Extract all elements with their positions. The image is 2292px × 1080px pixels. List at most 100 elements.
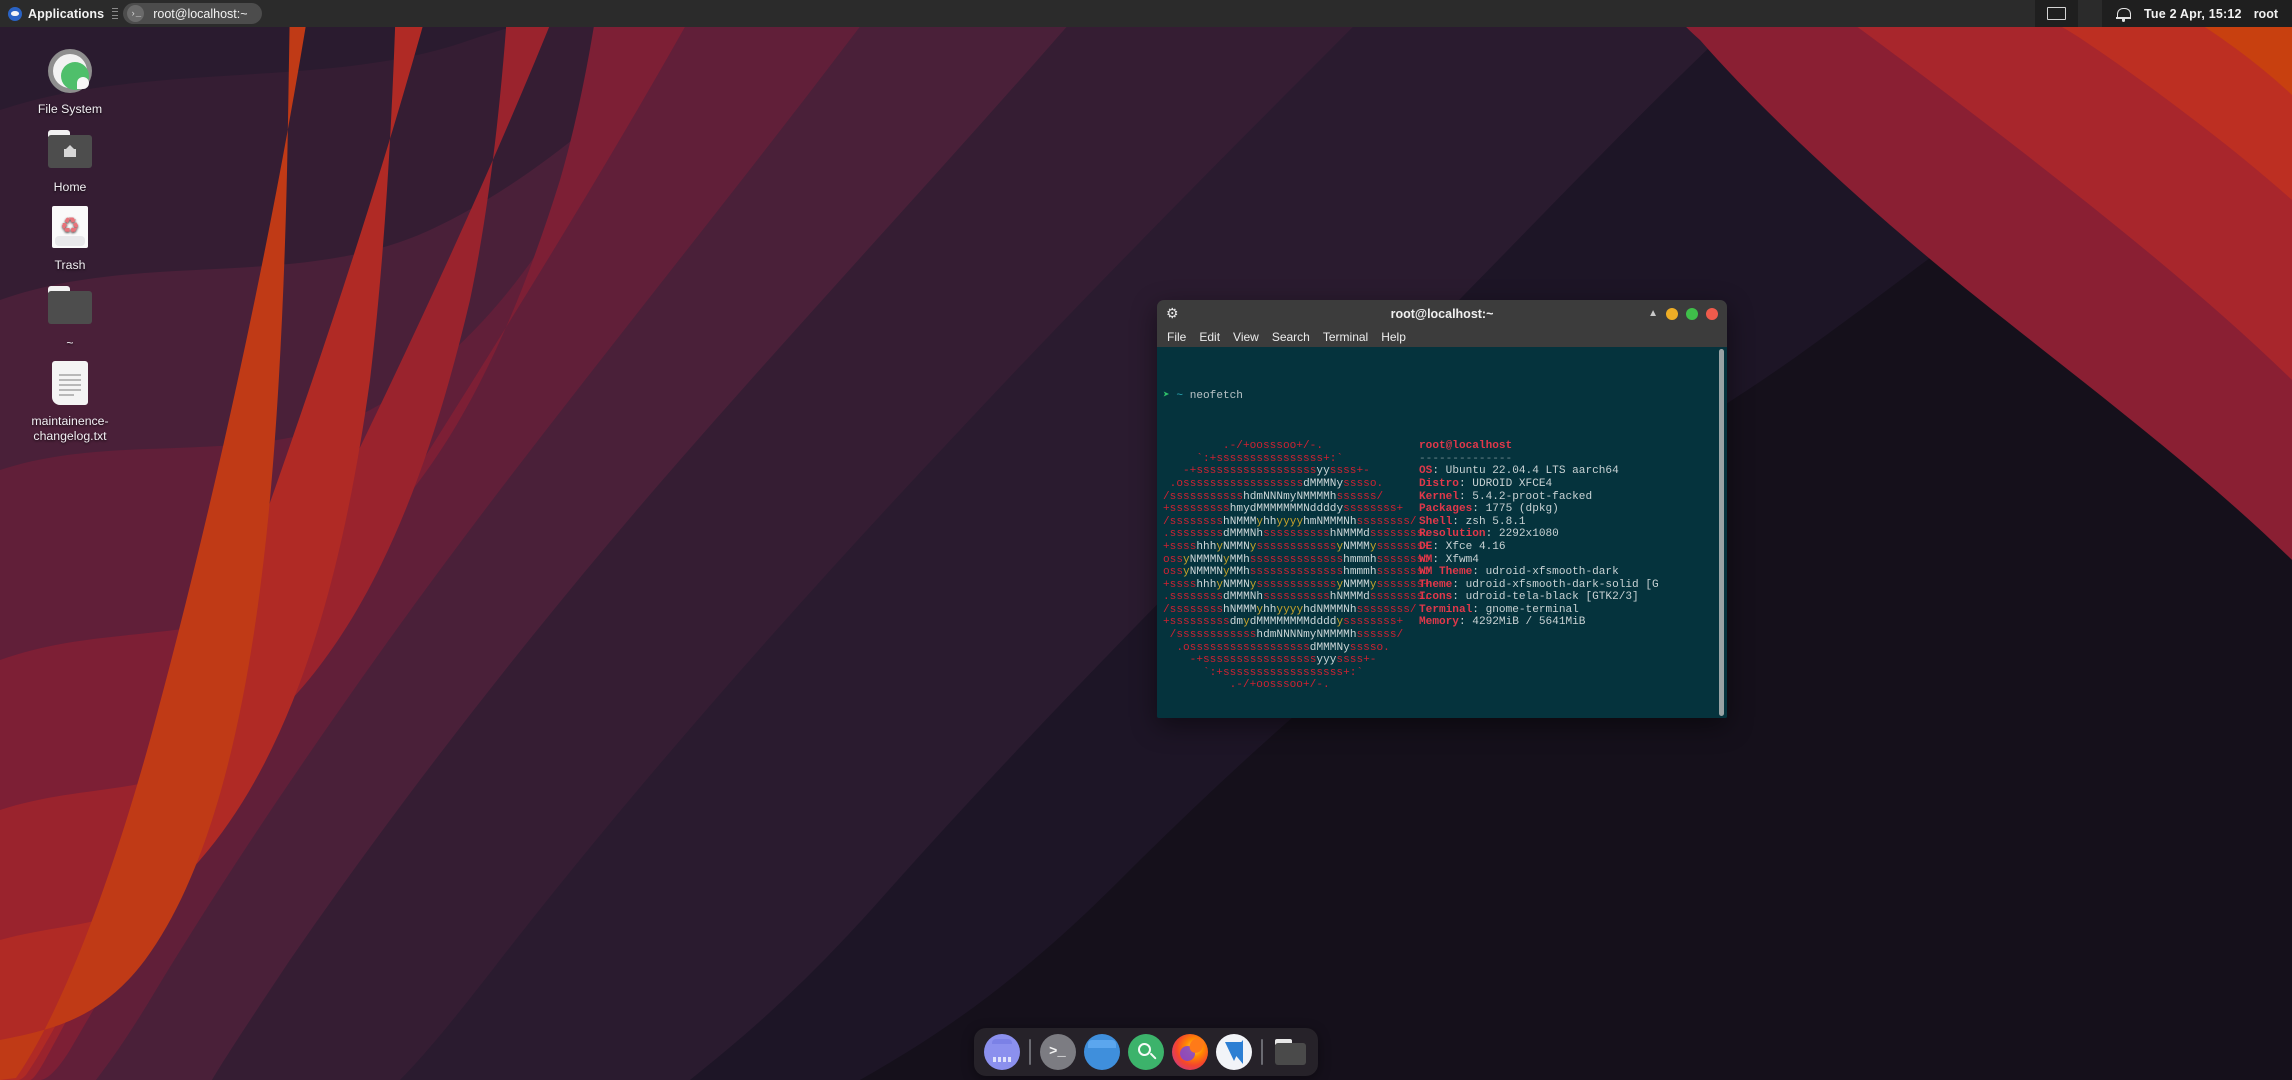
dock-item-terminal[interactable]: >_ bbox=[1040, 1034, 1076, 1070]
ascii-art-line: +sssshhhyNMMNyssssssssssssyNMMMysssssss+ bbox=[1163, 541, 1413, 554]
dock-item-vscode[interactable] bbox=[1216, 1034, 1252, 1070]
terminal-output[interactable]: ➤ ~ neofetch .-/+oosssoo+/-. `:+ssssssss… bbox=[1157, 347, 1716, 718]
window-icon bbox=[2047, 7, 2066, 20]
wallpaper-waves bbox=[0, 0, 2292, 1080]
neofetch-row-key: Kernel bbox=[1419, 491, 1459, 503]
neofetch-row-value: gnome-terminal bbox=[1486, 604, 1579, 616]
menu-file[interactable]: File bbox=[1167, 330, 1186, 344]
desktop-icon-trash[interactable]: ♻ Trash bbox=[14, 203, 126, 273]
desktop-icon-home[interactable]: Home bbox=[14, 125, 126, 195]
desktop-icon-label: maintainence-changelog.txt bbox=[18, 414, 122, 445]
notification-button[interactable] bbox=[2102, 0, 2140, 27]
search-icon-handle bbox=[1149, 1053, 1156, 1060]
shade-icon[interactable]: ▲ bbox=[1648, 309, 1658, 319]
neofetch-row-key: Resolution bbox=[1419, 528, 1486, 540]
neofetch-row: Memory: 4292MiB / 5641MiB bbox=[1419, 616, 1716, 629]
neofetch-row: Theme: udroid-xfsmooth-dark-solid [G bbox=[1419, 579, 1716, 592]
neofetch-row-key: WM Theme bbox=[1419, 566, 1472, 578]
gear-icon[interactable]: ⚙ bbox=[1166, 306, 1181, 321]
panel-left-section: Applications ›_ root@localhost:~ bbox=[0, 0, 262, 27]
folder-icon bbox=[46, 281, 94, 329]
dock-separator bbox=[1261, 1039, 1263, 1065]
terminal-titlebar[interactable]: ⚙ root@localhost:~ ▲ bbox=[1157, 300, 1727, 327]
desktop-icon-label: Home bbox=[54, 180, 87, 195]
neofetch-row-value: udroid-tela-black [GTK2/3] bbox=[1466, 591, 1639, 603]
neofetch-row: OS: Ubuntu 22.04.4 LTS aarch64 bbox=[1419, 465, 1716, 478]
dock-item-show-applications[interactable] bbox=[984, 1034, 1020, 1070]
ascii-art-line: .-/+oosssoo+/-. bbox=[1163, 440, 1413, 453]
ascii-art-line: +ssssssssshmydMMMMMMMNddddyssssssss+ bbox=[1163, 503, 1413, 516]
ascii-art-line: .ossssssssssssssssssdMMMNysssso. bbox=[1163, 642, 1413, 655]
menu-help[interactable]: Help bbox=[1381, 330, 1406, 344]
neofetch-row: WM Theme: udroid-xfsmooth-dark bbox=[1419, 566, 1716, 579]
dock-item-folder[interactable] bbox=[1272, 1037, 1308, 1067]
user-menu[interactable]: root bbox=[2246, 0, 2292, 27]
menu-terminal[interactable]: Terminal bbox=[1323, 330, 1368, 344]
ascii-art-line: .-/+oosssoo+/-. bbox=[1163, 679, 1413, 692]
clock-widget[interactable]: Tue 2 Apr, 15:12 bbox=[2140, 0, 2246, 27]
panel-drag-handle[interactable] bbox=[112, 6, 118, 22]
ascii-art-line: /ssssssssssshdmNNNmyNMMMMhssssss/ bbox=[1163, 491, 1413, 504]
terminal-menubar: File Edit View Search Terminal Help bbox=[1157, 327, 1727, 347]
menu-edit[interactable]: Edit bbox=[1199, 330, 1220, 344]
neofetch-row-key: Shell bbox=[1419, 516, 1452, 528]
taskbar-item-terminal[interactable]: ›_ root@localhost:~ bbox=[123, 3, 261, 24]
desktop-icon-label: File System bbox=[38, 102, 102, 117]
neofetch-row: WM: Xfwm4 bbox=[1419, 554, 1716, 567]
neofetch-row: Packages: 1775 (dpkg) bbox=[1419, 503, 1716, 516]
maximize-button[interactable] bbox=[1686, 308, 1698, 320]
terminal-body[interactable]: ➤ ~ neofetch .-/+oosssoo+/-. `:+ssssssss… bbox=[1157, 347, 1727, 718]
terminal-window[interactable]: ⚙ root@localhost:~ ▲ File Edit View Sear… bbox=[1157, 300, 1727, 718]
neofetch-row-key: Theme bbox=[1419, 579, 1452, 591]
ascii-art-line: .ossssssssssssssssssdMMMNysssso. bbox=[1163, 478, 1413, 491]
terminal-command: neofetch bbox=[1190, 390, 1243, 402]
scrollbar-thumb[interactable] bbox=[1719, 349, 1724, 716]
menu-view[interactable]: View bbox=[1233, 330, 1259, 344]
desktop-icon-label: ~ bbox=[66, 336, 73, 351]
neofetch-row: Shell: zsh 5.8.1 bbox=[1419, 516, 1716, 529]
ascii-art-line: /sssssssshNMMMyhhyyyyhmNMMMNhssssssss/ bbox=[1163, 516, 1413, 529]
neofetch-row-value: udroid-xfsmooth-dark-solid [G bbox=[1466, 579, 1659, 591]
prompt-path: ~ bbox=[1176, 390, 1183, 402]
ascii-art-line: /sssssssshNMMMyhhyyyyhdNMMMNhssssssss/ bbox=[1163, 604, 1413, 617]
ascii-art-line: -+ssssssssssssssssssyyssss+- bbox=[1163, 465, 1413, 478]
desktop-icon-changelog-file[interactable]: maintainence-changelog.txt bbox=[14, 359, 126, 445]
menu-search[interactable]: Search bbox=[1272, 330, 1310, 344]
ascii-art-line: ossyNMMMNyMMhsssssssssssssshmmmhssssssso bbox=[1163, 554, 1413, 567]
neofetch-row-value: 5.4.2-proot-facked bbox=[1472, 491, 1592, 503]
desktop-icon-tilde-folder[interactable]: ~ bbox=[14, 281, 126, 351]
trash-icon: ♻ bbox=[46, 203, 94, 251]
minimize-button[interactable] bbox=[1666, 308, 1678, 320]
desktop-wallpaper bbox=[0, 0, 2292, 1080]
neofetch-userhost: root@localhost bbox=[1419, 440, 1716, 453]
dock-item-firefox[interactable] bbox=[1172, 1034, 1208, 1070]
ascii-art-line: .ssssssssdMMMNhsssssssssshNMMMdssssssss. bbox=[1163, 591, 1413, 604]
neofetch-row-key: OS bbox=[1419, 465, 1432, 477]
ascii-art-line: +sssssssssdmydMMMMMMMMddddyssssssss+ bbox=[1163, 616, 1413, 629]
dock-separator bbox=[1029, 1039, 1031, 1065]
neofetch-row-key: Distro bbox=[1419, 478, 1459, 490]
neofetch-row-value: udroid-xfsmooth-dark bbox=[1486, 566, 1619, 578]
filesystem-disc-icon bbox=[46, 47, 94, 95]
terminal-scrollbar[interactable] bbox=[1716, 347, 1727, 718]
neofetch-row: Icons: udroid-tela-black [GTK2/3] bbox=[1419, 591, 1716, 604]
ascii-art-line: .ssssssssdMMMNhsssssssssshNMMMdssssssss. bbox=[1163, 528, 1413, 541]
spacer-cell bbox=[2078, 0, 2102, 27]
applications-menu-button[interactable]: Applications bbox=[0, 0, 110, 27]
neofetch-row-key: WM bbox=[1419, 554, 1432, 566]
dock-item-file-manager[interactable] bbox=[1084, 1034, 1120, 1070]
neofetch-row-key: Packages bbox=[1419, 503, 1472, 515]
ascii-art-line: `:+ssssssssssssssssss+:` bbox=[1163, 667, 1413, 680]
dock-item-search[interactable] bbox=[1128, 1034, 1164, 1070]
terminal-title: root@localhost:~ bbox=[1157, 307, 1727, 321]
close-button[interactable] bbox=[1706, 308, 1718, 320]
neofetch-row-value: 4292MiB / 5641MiB bbox=[1472, 616, 1585, 628]
applications-logo-icon bbox=[8, 7, 22, 21]
panel-right-section: Tue 2 Apr, 15:12 root bbox=[2035, 0, 2292, 27]
neofetch-row: Terminal: gnome-terminal bbox=[1419, 604, 1716, 617]
neofetch-row: DE: Xfce 4.16 bbox=[1419, 541, 1716, 554]
desktop-icon-file-system[interactable]: File System bbox=[14, 47, 126, 117]
neofetch-row-value: Xfce 4.16 bbox=[1446, 541, 1506, 553]
home-folder-icon bbox=[46, 125, 94, 173]
window-buttons-area[interactable] bbox=[2035, 0, 2078, 27]
